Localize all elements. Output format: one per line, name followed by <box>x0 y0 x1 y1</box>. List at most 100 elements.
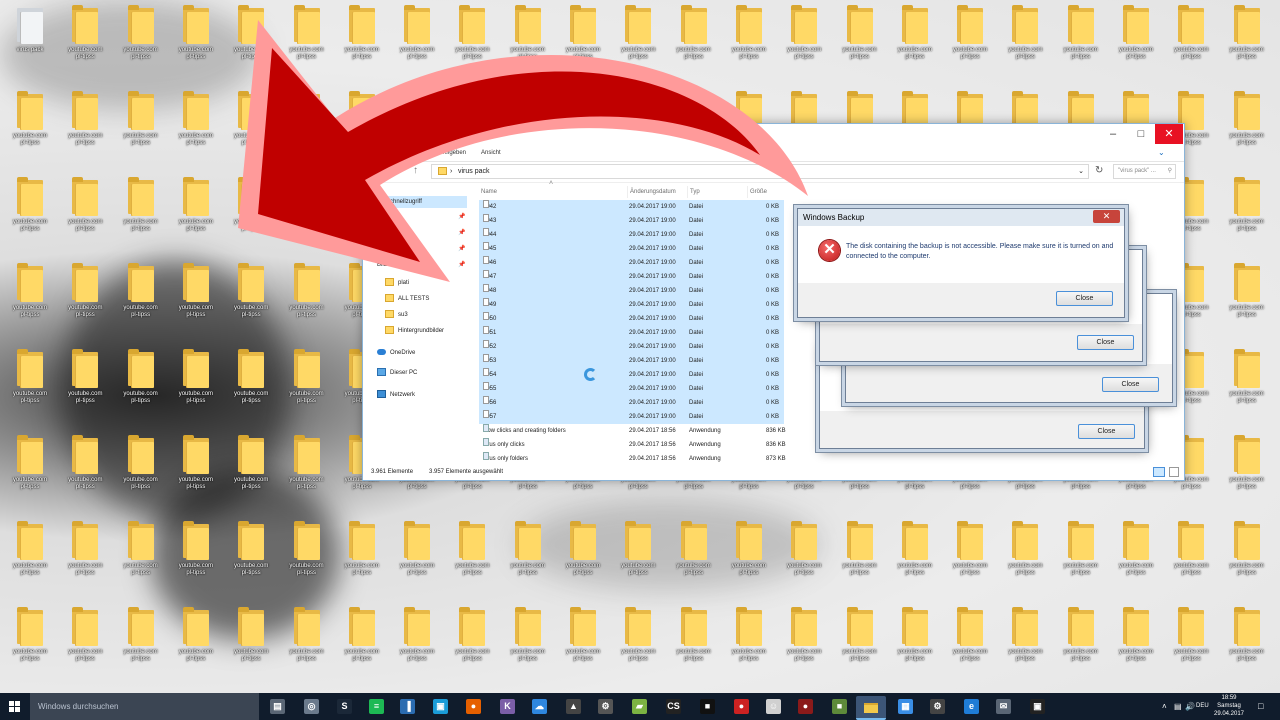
notification-center-icon[interactable]: □ <box>1258 693 1263 720</box>
store-icon[interactable]: ▦ <box>898 699 913 714</box>
cortana-icon[interactable]: ◎ <box>304 699 319 714</box>
steam-icon[interactable]: S <box>337 699 352 714</box>
terminal-app-icon[interactable]: ▣ <box>1030 699 1045 714</box>
address-bar[interactable]: › virus pack ⌄ <box>431 164 1089 179</box>
desktop-folder[interactable]: youtube.compl-tipss <box>281 258 333 338</box>
desktop-folder[interactable]: youtube.compl-tipss <box>4 172 56 252</box>
desktop-folder[interactable]: youtube.compl-tipss <box>1165 0 1217 80</box>
desktop-folder[interactable]: youtube.compl-tipss <box>1110 0 1162 80</box>
desktop-folder[interactable]: youtube.compl-tipss <box>391 602 443 682</box>
nav-network[interactable]: Netzwerk <box>377 389 415 401</box>
nav-folder-plati[interactable]: plati <box>385 277 409 289</box>
file-row[interactable]: 3956 29.04.2017 19:00 Datei 0 KB <box>479 396 784 410</box>
desktop-folder[interactable]: youtube.compl-tipss <box>778 602 830 682</box>
desktop-folder[interactable]: youtube.compl-tipss <box>999 0 1051 80</box>
file-row[interactable]: virus only clicks 29.04.2017 18:56 Anwendu… <box>479 438 786 452</box>
desktop-folder[interactable]: youtube.compl-tipss <box>281 0 333 80</box>
file-row[interactable]: 3943 29.04.2017 19:00 Datei 0 KB <box>479 214 784 228</box>
k-app-icon[interactable]: K <box>500 699 515 714</box>
file-explorer-icon[interactable] <box>856 696 886 720</box>
desktop-folder[interactable]: youtube.compl-tipss <box>115 430 167 510</box>
edge-icon[interactable]: e <box>964 699 979 714</box>
camera-app-icon[interactable]: ▣ <box>433 699 448 714</box>
nav-onedrive[interactable]: OneDrive <box>377 347 415 359</box>
firefox-icon[interactable]: ● <box>466 699 481 714</box>
desktop-folder[interactable]: youtube.compl-tipss <box>59 172 111 252</box>
language-indicator[interactable]: DEU <box>1196 693 1209 720</box>
file-row[interactable]: 3954 29.04.2017 19:00 Datei 0 KB <box>479 368 784 382</box>
minimize-button[interactable]: – <box>1099 124 1127 144</box>
desktop-folder[interactable]: youtube.compl-tipss <box>281 86 333 166</box>
desktop-folder[interactable]: youtube.compl-tipss <box>446 602 498 682</box>
nav-pinned-documents[interactable]: Dokumente <box>377 243 408 255</box>
desktop-folder[interactable]: youtube.compl-tipss <box>170 344 222 424</box>
details-view-icon[interactable] <box>1153 467 1165 477</box>
desktop-folder[interactable]: youtube.compl-tipss <box>1221 430 1273 510</box>
desktop-folder[interactable]: youtube.compl-tipss <box>59 0 111 80</box>
desktop-folder[interactable]: youtube.compl-tipss <box>778 0 830 80</box>
network-tray-icon[interactable]: ▤ <box>1174 693 1182 720</box>
forward-arrow-icon[interactable]: → <box>385 165 395 176</box>
desktop-folder[interactable]: youtube.compl-tipss <box>1221 0 1273 80</box>
start-button[interactable] <box>0 693 30 720</box>
nav-pinned-pictures[interactable]: Bilder <box>377 259 392 271</box>
desktop-folder[interactable]: youtube.compl-tipss <box>778 516 830 596</box>
ribbon-tab-view[interactable]: Ansicht <box>481 150 501 156</box>
app-gear-icon[interactable]: ⚙ <box>598 699 613 714</box>
desktop-folder[interactable]: youtube.compl-tipss <box>225 516 277 596</box>
file-row[interactable]: 3948 29.04.2017 19:00 Datei 0 KB <box>479 284 784 298</box>
tiles-view-icon[interactable] <box>1169 467 1179 477</box>
desktop-folder[interactable]: youtube.compl-tipss <box>336 0 388 80</box>
file-row[interactable]: 3957 29.04.2017 19:00 Datei 0 KB <box>479 410 784 424</box>
desktop-file-virus-pack[interactable]: virus pack <box>4 0 56 80</box>
file-row[interactable]: 3955 29.04.2017 19:00 Datei 0 KB <box>479 382 784 396</box>
desktop-folder[interactable]: youtube.compl-tipss <box>225 430 277 510</box>
file-row[interactable]: 3953 29.04.2017 19:00 Datei 0 KB <box>479 354 784 368</box>
game-icon[interactable]: ☺ <box>766 699 781 714</box>
nav-folder-all-tests[interactable]: ALL TESTS <box>385 293 429 305</box>
desktop-folder[interactable]: youtube.compl-tipss <box>170 258 222 338</box>
desktop-folder[interactable]: youtube.compl-tipss <box>834 0 886 80</box>
close-dialog-button[interactable]: Close <box>1056 291 1113 306</box>
file-row[interactable]: 3949 29.04.2017 19:00 Datei 0 KB <box>479 298 784 312</box>
up-arrow-icon[interactable]: ↑ <box>413 165 418 176</box>
file-row[interactable]: 3950 29.04.2017 19:00 Datei 0 KB <box>479 312 784 326</box>
desktop-folder[interactable]: youtube.compl-tipss <box>1055 516 1107 596</box>
desktop-folder[interactable]: youtube.compl-tipss <box>889 602 941 682</box>
settings-icon[interactable]: ⚙ <box>930 699 945 714</box>
desktop-folder[interactable]: youtube.compl-tipss <box>225 344 277 424</box>
desktop-folder[interactable]: youtube.compl-tipss <box>1165 516 1217 596</box>
desktop-folder[interactable]: youtube.compl-tipss <box>502 0 554 80</box>
desktop-folder[interactable]: youtube.compl-tipss <box>557 0 609 80</box>
desktop-folder[interactable]: youtube.compl-tipss <box>59 602 111 682</box>
file-row[interactable]: 3945 29.04.2017 19:00 Datei 0 KB <box>479 242 784 256</box>
desktop-folder[interactable]: youtube.compl-tipss <box>281 430 333 510</box>
desktop-folder[interactable]: youtube.compl-tipss <box>612 516 664 596</box>
close-dialog-button[interactable]: Close <box>1078 424 1135 439</box>
desktop-folder[interactable]: youtube.compl-tipss <box>336 516 388 596</box>
ribbon-tab-file[interactable]: Datei <box>369 150 383 156</box>
desktop-folder[interactable]: youtube.compl-tipss <box>281 602 333 682</box>
desktop-folder[interactable]: youtube.compl-tipss <box>170 430 222 510</box>
obs-app-icon[interactable]: ■ <box>700 699 715 714</box>
nav-this-pc[interactable]: Dieser PC <box>377 367 417 379</box>
desktop-folder[interactable]: youtube.compl-tipss <box>115 602 167 682</box>
cs-app-icon[interactable]: CS <box>666 699 681 714</box>
desktop-folder[interactable]: youtube.compl-tipss <box>4 602 56 682</box>
taskbar-search-input[interactable]: Windows durchsuchen <box>30 693 259 720</box>
dialog-close-x-button[interactable]: ✕ <box>1093 210 1120 223</box>
cloud-app-icon[interactable]: ☁ <box>532 699 547 714</box>
desktop-folder[interactable]: youtube.compl-tipss <box>889 0 941 80</box>
desktop-folder[interactable]: youtube.compl-tipss <box>4 430 56 510</box>
close-button[interactable]: ✕ <box>1155 124 1183 144</box>
ribbon-tab-share[interactable]: Freigeben <box>439 150 466 156</box>
desktop-folder[interactable]: youtube.compl-tipss <box>225 0 277 80</box>
desktop-folder[interactable]: youtube.compl-tipss <box>723 602 775 682</box>
back-arrow-icon[interactable]: ← <box>369 165 379 176</box>
desktop-folder[interactable]: youtube.compl-tipss <box>502 602 554 682</box>
desktop-folder[interactable]: youtube.compl-tipss <box>59 258 111 338</box>
tray-chevron-icon[interactable]: ˄ <box>1162 693 1167 720</box>
desktop-folder[interactable]: youtube.compl-tipss <box>1221 344 1273 424</box>
desktop-folder[interactable]: youtube.compl-tipss <box>225 258 277 338</box>
file-row[interactable]: 3944 29.04.2017 19:00 Datei 0 KB <box>479 228 784 242</box>
